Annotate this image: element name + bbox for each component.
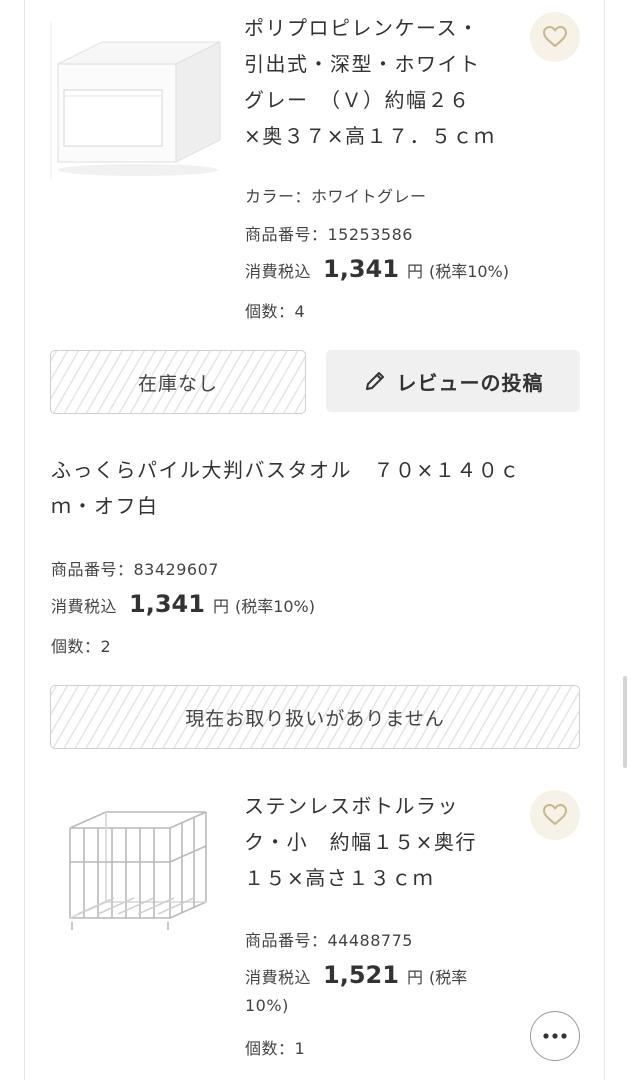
quantity: 個数：1 <box>245 1039 306 1058</box>
price-label: 消費税込 <box>245 968 312 987</box>
favorite-button[interactable] <box>530 12 580 62</box>
tax-note: (税率10%) <box>234 597 316 616</box>
more-dots-icon <box>543 1033 567 1039</box>
product-image-drawer-case[interactable] <box>48 12 226 184</box>
review-button-label: レビューの投稿 <box>396 370 544 395</box>
tax-note: (税率 <box>428 968 468 987</box>
wire-rack-image <box>69 811 207 930</box>
title-line: ポリプロピレンケース・ <box>244 16 480 40</box>
currency: 円 <box>406 968 423 987</box>
heart-icon <box>543 804 567 825</box>
product-number: 商品番号：15253586 <box>245 225 413 244</box>
title-line: ク・小 約幅１５×奥行 <box>244 830 477 854</box>
product-title[interactable]: ふっくらパイル大判バスタオル ７０×１４０ｃ ｍ・オフ白 <box>51 452 591 524</box>
currency: 円 <box>406 262 423 281</box>
content-border-left <box>24 0 25 1080</box>
product-number: 商品番号：44488775 <box>245 931 413 950</box>
price-value: 1,341 <box>323 255 399 283</box>
product-title[interactable]: ポリプロピレンケース・ 引出式・深型・ホワイト グレー （Ｖ）約幅２６ ×奥３７… <box>244 10 574 154</box>
title-line: ステンレスボトルラッ <box>244 794 459 818</box>
heart-icon <box>543 26 567 47</box>
quantity: 個数：2 <box>51 637 112 656</box>
favorite-button[interactable] <box>530 790 580 840</box>
price-value: 1,341 <box>129 590 205 618</box>
tax-note-continued: 10%) <box>245 996 289 1015</box>
price-row: 消費税込 1,341 円 (税率10%) <box>245 255 509 283</box>
title-line: １５×高さ１３ｃｍ <box>244 866 435 890</box>
title-line: ×奥３７×高１７．５ｃｍ <box>244 124 496 148</box>
quantity: 個数：4 <box>245 302 306 321</box>
product-number: 商品番号：83429607 <box>51 560 219 579</box>
unavailable-button[interactable]: 現在お取り扱いがありません <box>50 685 580 749</box>
title-line: グレー （Ｖ）約幅２６ <box>244 88 471 112</box>
currency: 円 <box>212 597 229 616</box>
content-border-right <box>604 0 605 1080</box>
price-value: 1,521 <box>323 961 399 989</box>
price-label: 消費税込 <box>51 597 118 616</box>
product-image-wire-rack[interactable] <box>58 800 218 950</box>
out-of-stock-button[interactable]: 在庫なし <box>50 350 306 414</box>
color-text: カラー：ホワイトグレー <box>245 187 427 206</box>
scrollbar[interactable] <box>623 676 627 768</box>
title-line: ｍ・オフ白 <box>51 494 159 518</box>
product-title[interactable]: ステンレスボトルラッ ク・小 約幅１５×奥行 １５×高さ１３ｃｍ <box>244 788 524 896</box>
pencil-icon <box>365 372 384 390</box>
price-row: 消費税込 1,341 円 (税率10%) <box>51 590 315 618</box>
more-options-button[interactable] <box>530 1011 580 1061</box>
title-line: ふっくらパイル大判バスタオル ７０×１４０ｃ <box>51 458 521 482</box>
tax-note: (税率10%) <box>428 262 510 281</box>
drawer-case-image <box>50 22 221 180</box>
write-review-button[interactable]: レビューの投稿 <box>326 350 580 412</box>
price-row: 消費税込 1,521 円 (税率 <box>245 961 467 989</box>
title-line: 引出式・深型・ホワイト <box>244 52 481 76</box>
price-label: 消費税込 <box>245 262 312 281</box>
